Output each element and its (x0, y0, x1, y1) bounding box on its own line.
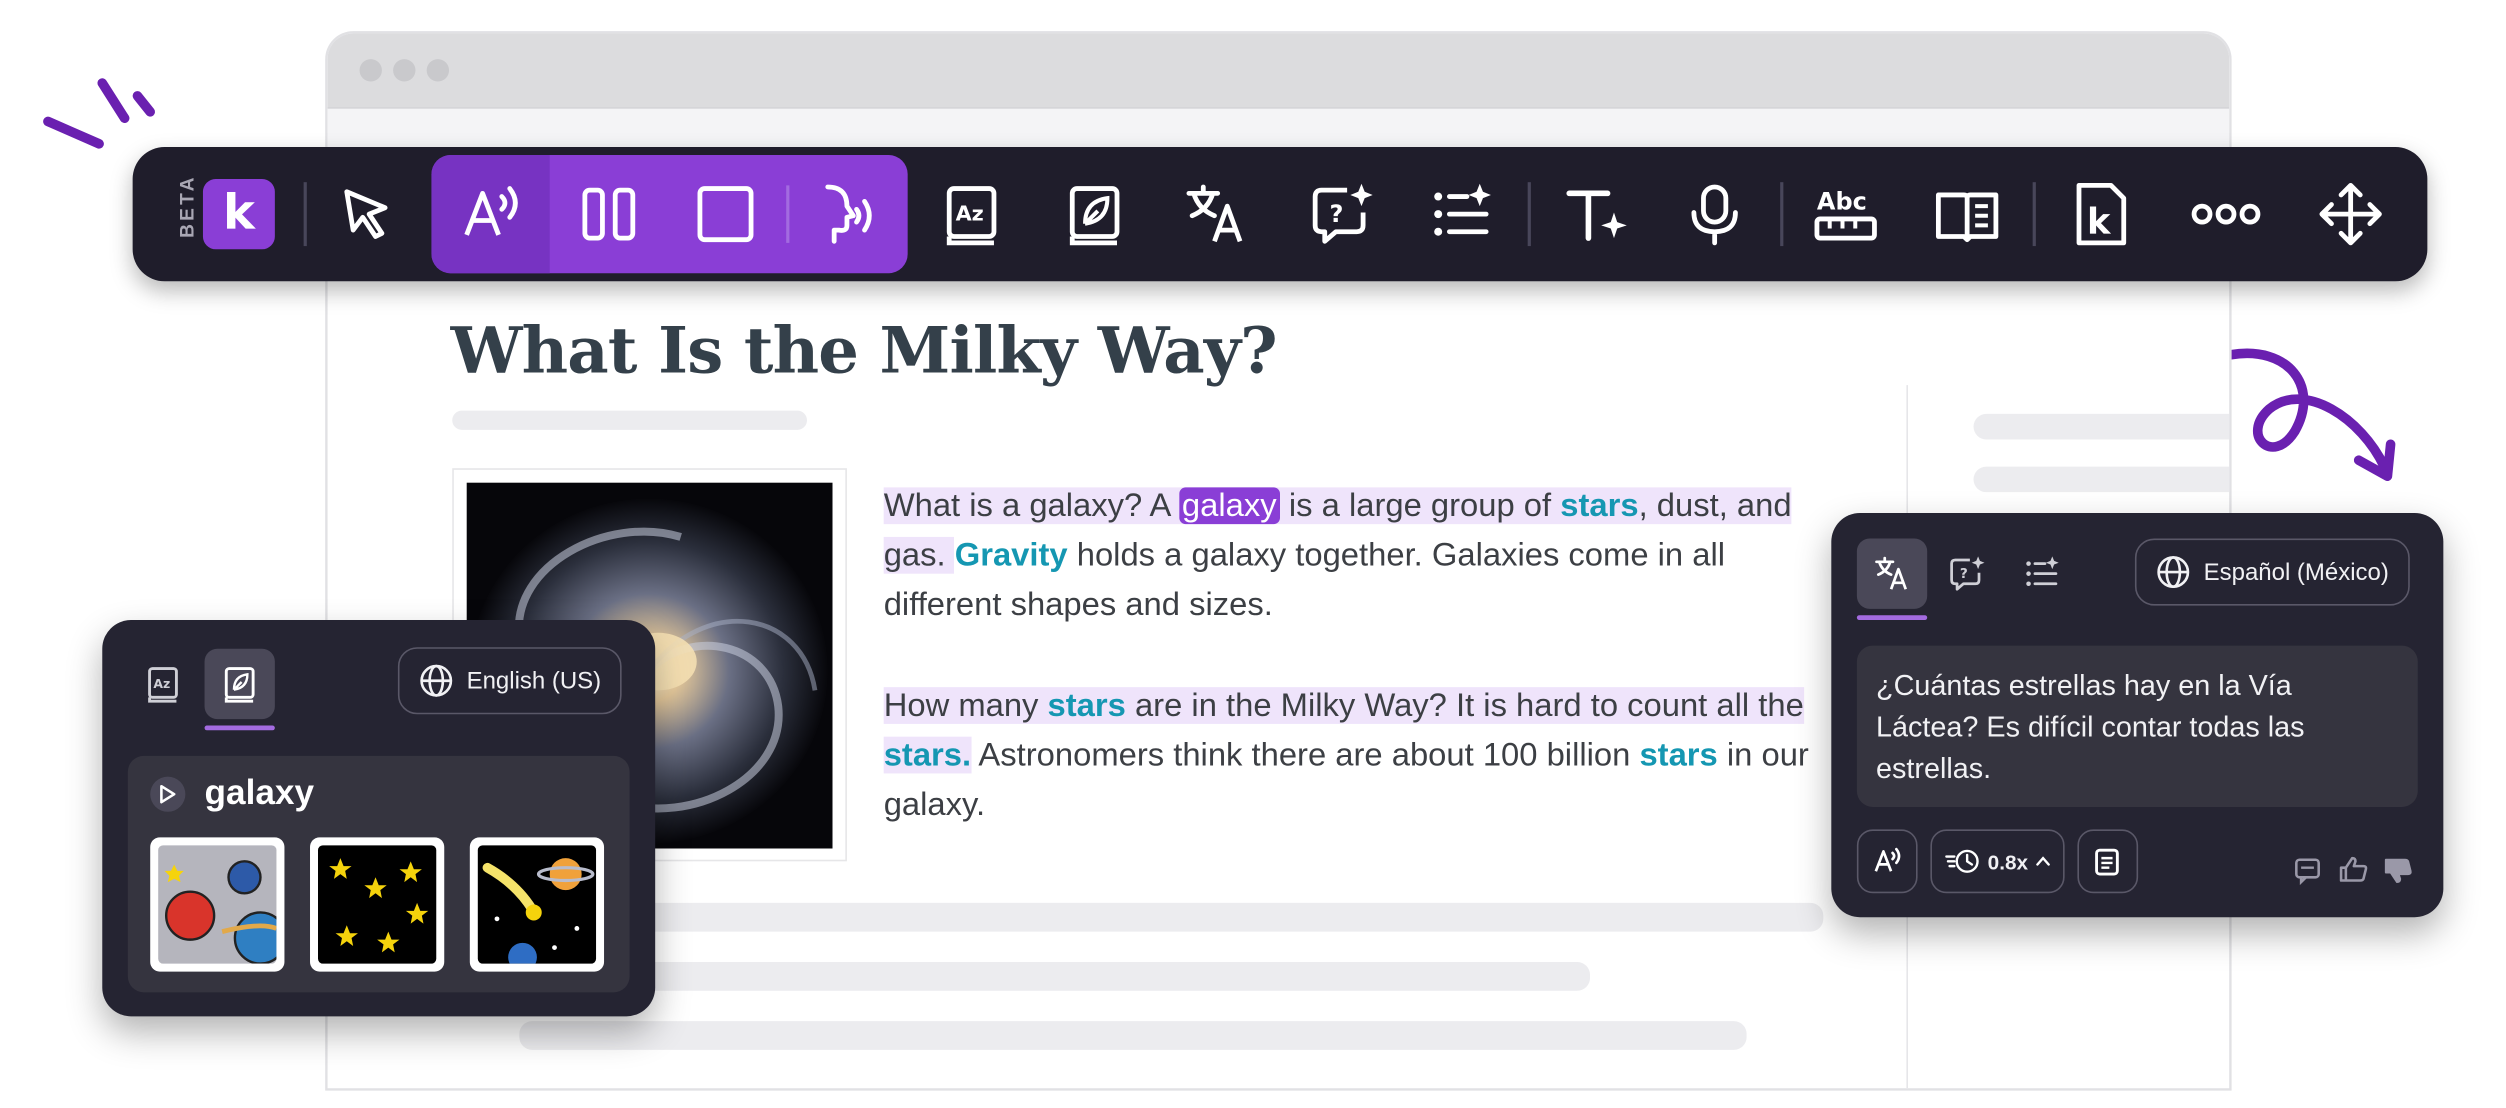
translate-tab-icon[interactable] (1856, 538, 1928, 609)
translate-icon[interactable] (1171, 169, 1260, 258)
globe-icon (420, 664, 453, 697)
toolbar-separator (1527, 182, 1531, 247)
play-icon (160, 784, 176, 804)
translation-text: ¿Cuántas estrellas hay en la Vía Láctea?… (1876, 669, 2305, 785)
reader-mode-icon[interactable] (1922, 169, 2011, 258)
speed-value: 0.8x (1987, 849, 2029, 874)
column-view-icon[interactable] (564, 169, 653, 258)
definition-card: galaxy (127, 755, 630, 993)
svg-text:?: ? (1330, 200, 1344, 228)
active-tab-underline (1856, 615, 1928, 621)
svg-text:Az: Az (956, 202, 984, 226)
feedback-comment-icon[interactable] (2293, 857, 2322, 894)
placeholder-line (519, 902, 1824, 932)
selected-word[interactable]: galaxy (1178, 487, 1280, 525)
placeholder-line (519, 1021, 1747, 1050)
keyword-link[interactable]: stars. (884, 737, 971, 774)
word-image-planets[interactable] (150, 837, 285, 972)
keyword-link[interactable]: stars (1639, 737, 1717, 774)
window-dot-close[interactable] (359, 59, 382, 82)
article-title: What Is the Milky Way? (450, 313, 1278, 389)
read-aloud-icon (1874, 847, 1901, 872)
spelling-icon[interactable]: Abc (1801, 169, 1890, 258)
paragraph-2: How many stars are in the Milky Way? It … (883, 681, 1843, 830)
speed-selector[interactable]: 0.8x (1930, 829, 2065, 894)
globe-icon (2157, 556, 2190, 589)
copy-translation-button[interactable] (2077, 829, 2139, 894)
speed-icon (1944, 849, 1979, 873)
talk-back-icon[interactable] (801, 169, 890, 258)
decorative-sparks (43, 78, 156, 149)
window-dot-minimize[interactable] (393, 59, 416, 82)
question-ai-icon[interactable]: ? (1298, 169, 1387, 258)
kami-logo-button[interactable]: k (202, 178, 275, 250)
move-handle-icon[interactable] (2306, 169, 2395, 258)
active-tab-underline (204, 725, 275, 731)
toolbar-separator (786, 185, 790, 243)
text-segment: What is a galaxy? A (883, 487, 1179, 525)
translate-panel: ? Español (México) ¿Cuántas estrellas ha… (1831, 512, 2444, 918)
play-word-button[interactable] (150, 776, 186, 812)
svg-text:k: k (2087, 201, 2112, 242)
read-translation-button[interactable] (1856, 829, 1918, 894)
decorative-curl-arrow (2226, 348, 2396, 481)
dictionary-word: galaxy (204, 771, 315, 812)
text-segment: is a large group of (1279, 487, 1561, 525)
text-effects-icon[interactable] (1552, 169, 1641, 258)
dictionary-tab-icon[interactable] (204, 648, 275, 720)
thumbs-up-icon[interactable] (2338, 855, 2368, 892)
language-selector[interactable]: English (US) (397, 647, 622, 715)
dictionary-icon[interactable] (1050, 169, 1139, 258)
kami-doc-icon[interactable]: k (2057, 169, 2146, 258)
picture-dictionary-tab-icon[interactable]: Az (128, 649, 198, 719)
text-segment: are in the Milky Way? It is hard to coun… (1125, 687, 1804, 724)
svg-text:Az: Az (153, 676, 170, 691)
sidebar-placeholder-line (1973, 466, 2230, 493)
more-options-icon[interactable] (2181, 169, 2270, 258)
chevron-up-icon (2036, 856, 2051, 866)
thumbs-down-icon[interactable] (2383, 857, 2413, 894)
keyword-link[interactable]: Gravity (955, 537, 1068, 574)
toolbar-separator (2032, 182, 2036, 247)
beta-label: BETA (175, 174, 199, 238)
word-image-stars[interactable] (310, 837, 445, 972)
text-segment: Astronomers think there are about 100 bi… (971, 736, 1640, 774)
svg-text:Abc: Abc (1817, 187, 1867, 215)
read-aloud-icon[interactable] (446, 169, 535, 258)
picture-dictionary-icon[interactable]: Az (927, 169, 1016, 258)
placeholder-line (452, 410, 807, 430)
dictionary-panel: Az English (US) galaxy (102, 620, 656, 1017)
svg-text:?: ? (1960, 566, 1968, 582)
language-label: English (US) (466, 667, 602, 695)
question-ai-tab-icon[interactable]: ? (1932, 539, 2002, 609)
summarize-tab-icon[interactable] (2007, 539, 2077, 609)
word-image-comet-saturn[interactable] (469, 837, 605, 972)
keyword-link[interactable]: stars (1560, 487, 1638, 524)
summarize-list-icon[interactable] (1417, 169, 1506, 258)
copy-icon (2095, 848, 2119, 876)
toolbar-separator (303, 182, 307, 247)
language-label: Español (México) (2203, 558, 2389, 586)
placeholder-line (519, 961, 1591, 991)
kami-toolbar: BETA k Az ? Abc k (132, 147, 2428, 282)
logo-letter: k (222, 184, 255, 241)
paragraph-1: What is a galaxy? A galaxy is a large gr… (883, 481, 1843, 630)
browser-titlebar (327, 33, 2230, 108)
target-language-selector[interactable]: Español (México) (2134, 538, 2410, 606)
browser-address-bar (327, 107, 2230, 149)
sidebar-placeholder-line (1973, 413, 2230, 440)
microphone-icon[interactable] (1670, 169, 1759, 258)
window-dot-maximize[interactable] (426, 59, 450, 82)
pointer-icon[interactable] (321, 169, 410, 258)
keyword-link[interactable]: stars (1048, 687, 1126, 724)
text-segment: How many (883, 687, 1048, 724)
toolbar-separator (1780, 182, 1784, 247)
focus-box-icon[interactable] (681, 169, 770, 258)
translation-output: ¿Cuántas estrellas hay en la Vía Láctea?… (1856, 645, 2418, 807)
